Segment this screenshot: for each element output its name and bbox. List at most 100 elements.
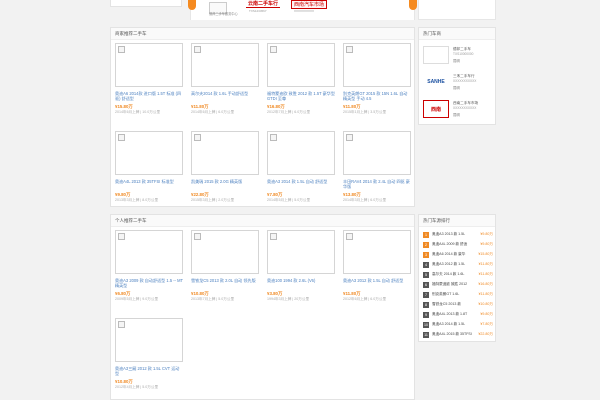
car-card[interactable]: 丰田RAV4 2014 款 2.4L 自动 四驱 豪华版 ¥13.80万 2014年…: [343, 131, 411, 215]
ranking-item[interactable]: 6 福特蒙迪欧 致胜 2012 ¥16.80万: [423, 281, 493, 291]
car-card[interactable]: 奥迪A3 2012 款 1.5L 自动 舒适型 ¥11.80万 2012年6月上牌 …: [343, 230, 411, 314]
ranking-item[interactable]: 10 奥迪A3 2014 款 1.5L ¥7.80万: [423, 321, 493, 331]
ranking-number: 9: [423, 312, 429, 318]
car-title[interactable]: 奥迪A6 2014款 进口版 1.5T 标准 (四驱) 舒适型: [115, 91, 183, 102]
ranking-item[interactable]: 2 奥迪A4L 2009 款 舒适 ¥9.80万: [423, 241, 493, 251]
car-title[interactable]: 别克英朗GT 2015 款 15N 1.6L 自动 精英型 手动 4.5: [343, 91, 411, 102]
car-meta: 2015年1月上牌 | 3.5万公里: [343, 110, 387, 114]
ranking-number: 3: [423, 252, 429, 258]
ranking-name[interactable]: 奥迪A6 2014 款 豪华: [432, 252, 465, 257]
ranking-name[interactable]: 奥迪A4L 2009 款 舒适: [432, 242, 467, 247]
car-title[interactable]: 丰田RAV4 2014 款 2.4L 自动 四驱 豪华版: [343, 179, 411, 190]
car-title[interactable]: 雪铁龙C5 2013 款 2.0L 自动 领先版: [191, 278, 259, 283]
car-card[interactable]: 奥迪100 1994 款 2.6L (V6) ¥3.80万 1994年3月上牌 | …: [267, 230, 335, 314]
ranking-number: 6: [423, 282, 429, 288]
car-image[interactable]: [191, 43, 259, 87]
dealer-logo[interactable]: SANHE: [423, 73, 449, 91]
car-image[interactable]: [115, 230, 183, 274]
car-image[interactable]: [191, 131, 259, 175]
ranking-number: 10: [423, 322, 429, 328]
ranking-item[interactable]: 4 奥迪A3 2012 款 1.5L ¥11.80万: [423, 261, 493, 271]
dealer-logo[interactable]: 西南: [423, 100, 449, 118]
personal-cars-panel: 个人推荐二手车 奥迪A3 2009 款 自动舒适型 1.5 -- MT 精英型 ¥…: [110, 214, 415, 400]
car-image[interactable]: [343, 230, 411, 274]
car-card[interactable]: 福特蒙迪欧 致胜 2012 款 1.5T 豪华型 GTDI 至尊 ¥16.80万 2…: [267, 43, 335, 127]
dealer-sub: TXS10000000: [453, 52, 474, 56]
car-meta: 2014年6月上牌 | 10.0万公里: [115, 110, 161, 114]
car-card[interactable]: 奥迪A3 2009 款 自动舒适型 1.5 -- MT 精英型 ¥6.80万 200…: [115, 230, 183, 314]
chevron-left-icon[interactable]: [188, 0, 196, 10]
car-meta: 2015年3月上牌 | 2.0万公里: [191, 198, 235, 202]
dealer-logo[interactable]: [423, 46, 449, 64]
dealer-item[interactable]: SANHE 三禾二手车行 XXXXXXXXXXX 昆明: [423, 71, 493, 95]
car-image[interactable]: [267, 43, 335, 87]
ranking-name[interactable]: 奥迪A4L 2015 款 35TFSI: [432, 332, 472, 337]
hot-dealers-panel: 热门车商 德邦二手车 TXS10000000 昆明 SANHE 三禾二手车行 XXXXXX…: [418, 27, 496, 125]
ranking-price: ¥11.80万: [478, 292, 493, 296]
car-title[interactable]: 奥迪A3 2009 款 自动舒适型 1.5 -- MT 精英型: [115, 278, 183, 289]
ranking-price: ¥22.80万: [478, 332, 493, 336]
car-image[interactable]: [115, 131, 183, 175]
car-title[interactable]: 奥迪A3三厢 2012 款 1.5L CVT 运动型: [115, 366, 183, 377]
car-image[interactable]: [343, 43, 411, 87]
ranking-item[interactable]: 3 奥迪A6 2014 款 豪华 ¥15.80万: [423, 251, 493, 261]
ranking-price: ¥9.80万: [480, 232, 493, 236]
car-meta: 2009年5月上牌 | 9.0万公里: [115, 297, 159, 301]
banner-logo-2-sub: XXXXXXXXXX: [294, 9, 315, 13]
car-card[interactable]: 别克英朗GT 2015 款 15N 1.6L 自动 精英型 手动 4.5 ¥11.…: [343, 43, 411, 127]
ranking-number: 4: [423, 262, 429, 268]
car-card[interactable]: 高尔夫2014 款 1.6L 手动舒适型 ¥11.80万 2014年6月上牌 | 6…: [191, 43, 259, 127]
car-image[interactable]: [115, 43, 183, 87]
ranking-item[interactable]: 1 奥迪A3 2013 款 1.5L ¥9.80万: [423, 231, 493, 241]
ranking-item[interactable]: 8 雪铁龙C5 2013 款 ¥10.80万: [423, 301, 493, 311]
car-card[interactable]: 凯美瑞 2015 款 2.0G 精英版 ¥22.80万 2015年3月上牌 | 2.…: [191, 131, 259, 215]
top-right-box: [418, 0, 496, 20]
merchant-cars-header: 商家推荐二手车: [111, 28, 414, 40]
car-title[interactable]: 凯美瑞 2015 款 2.0G 精英版: [191, 179, 259, 184]
car-image[interactable]: [191, 230, 259, 274]
ranking-price: ¥11.80万: [478, 272, 493, 276]
ranking-price: ¥9.80万: [480, 242, 493, 246]
ranking-number: 7: [423, 292, 429, 298]
car-card[interactable]: 奥迪A3 2014 款 1.5L 自动 舒适型 ¥7.80万 2014年5月上牌 |…: [267, 131, 335, 215]
ranking-name[interactable]: 福特蒙迪欧 致胜 2012: [432, 282, 467, 287]
car-image[interactable]: [115, 318, 183, 362]
dealer-item[interactable]: 德邦二手车 TXS10000000 昆明: [423, 44, 493, 68]
car-card[interactable]: 奥迪A3三厢 2012 款 1.5L CVT 运动型 ¥10.80万 2012年4月…: [115, 318, 183, 400]
hot-ranking-panel: 热门车源排行 1 奥迪A3 2013 款 1.5L ¥9.80万 2 奥迪A4L 200…: [418, 214, 496, 342]
car-title[interactable]: 奥迪A3 2012 款 1.5L 自动 舒适型: [343, 278, 411, 283]
ranking-price: ¥10.80万: [478, 302, 493, 306]
dealer-banner[interactable]: 德邦二手车服务中心 云南二手车行 TXS1234567 西南汽车市场 XXXXX…: [188, 0, 417, 20]
car-card[interactable]: 奥迪A4L 2013 款 35TFSI 标准型 ¥9.80万 2013年3月上牌 |…: [115, 131, 183, 215]
car-title[interactable]: 福特蒙迪欧 致胜 2012 款 1.5T 豪华型 GTDI 至尊: [267, 91, 335, 102]
car-image[interactable]: [267, 131, 335, 175]
ranking-name[interactable]: 奥迪A4L 2013 款 1.8T: [432, 312, 467, 317]
car-card[interactable]: 奥迪A6 2014款 进口版 1.5T 标准 (四驱) 舒适型 ¥15.80万 20…: [115, 43, 183, 127]
car-title[interactable]: 奥迪100 1994 款 2.6L (V6): [267, 278, 335, 283]
banner-logo-2[interactable]: 西南汽车市场: [291, 0, 328, 9]
ranking-name[interactable]: 高尔夫 2014 款 1.6L: [432, 272, 464, 277]
car-image[interactable]: [343, 131, 411, 175]
car-meta: 2014年5月上牌 | 5.0万公里: [267, 198, 311, 202]
ranking-name[interactable]: 别克英朗GT 1.6L: [432, 292, 459, 297]
chevron-right-icon[interactable]: [409, 0, 417, 10]
banner-logo-1[interactable]: 云南二手车行: [246, 0, 281, 8]
ranking-name[interactable]: 雪铁龙C5 2013 款: [432, 302, 461, 307]
ranking-name[interactable]: 奥迪A3 2013 款 1.5L: [432, 232, 465, 237]
ranking-item[interactable]: 11 奥迪A4L 2015 款 35TFSI ¥22.80万: [423, 331, 493, 341]
ranking-item[interactable]: 5 高尔夫 2014 款 1.6L ¥11.80万: [423, 271, 493, 281]
ranking-name[interactable]: 奥迪A3 2012 款 1.5L: [432, 262, 465, 267]
car-meta: 2012年4月上牌 | 5.0万公里: [115, 385, 159, 389]
car-title[interactable]: 奥迪A3 2014 款 1.5L 自动 舒适型: [267, 179, 335, 184]
car-meta: 1994年3月上牌 | 20万公里: [267, 297, 310, 301]
car-image[interactable]: [267, 230, 335, 274]
ranking-item[interactable]: 9 奥迪A4L 2013 款 1.8T ¥9.80万: [423, 311, 493, 321]
car-card[interactable]: 雪铁龙C5 2013 款 2.0L 自动 领先版 ¥10.80万 2013年7月上牌…: [191, 230, 259, 314]
car-title[interactable]: 奥迪A4L 2013 款 35TFSI 标准型: [115, 179, 183, 184]
ranking-name[interactable]: 奥迪A3 2014 款 1.5L: [432, 322, 465, 327]
ranking-item[interactable]: 7 别克英朗GT 1.6L ¥11.80万: [423, 291, 493, 301]
ranking-price: ¥15.80万: [478, 252, 493, 256]
ranking-price: ¥7.80万: [480, 322, 493, 326]
dealer-item[interactable]: 西南 西南二手车市场 XXXXXXXXXXX 昆明: [423, 98, 493, 122]
car-title[interactable]: 高尔夫2014 款 1.6L 手动舒适型: [191, 91, 259, 96]
